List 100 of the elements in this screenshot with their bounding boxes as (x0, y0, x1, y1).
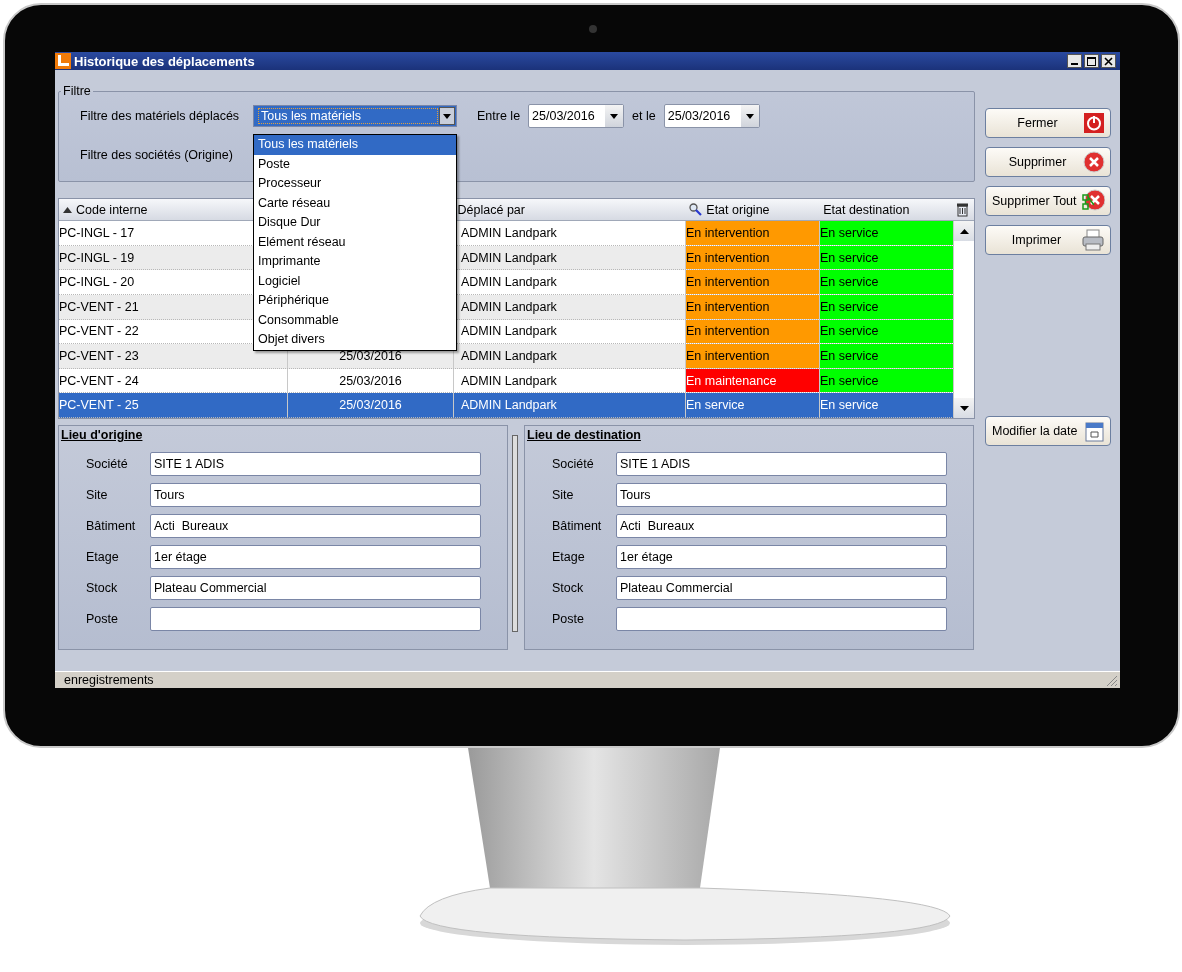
delete-all-button[interactable]: Supprimer Tout (985, 186, 1111, 216)
input-field[interactable] (616, 607, 947, 631)
resize-grip-icon[interactable] (1106, 675, 1118, 687)
field-label: Bâtiment (86, 519, 137, 533)
field-label: Société (86, 457, 129, 471)
field-label: Stock (552, 581, 585, 595)
table-cell: PC-INGL - 19 (59, 250, 135, 265)
input-field[interactable]: Acti Bureaux (616, 514, 947, 538)
input-field[interactable]: Tours (616, 483, 947, 507)
table-cell: 25/03/2016 (339, 349, 402, 363)
column-header[interactable]: Etat destination (819, 199, 954, 221)
status-cell: En service (820, 245, 954, 270)
input-field[interactable]: 1er étage (616, 545, 947, 569)
sort-ascending-icon (63, 206, 72, 213)
printer-icon (1081, 229, 1105, 251)
status-cell: En intervention (686, 221, 820, 245)
table-cell: PC-VENT - 23 (59, 349, 139, 363)
table-cell: PC-VENT - 21 (59, 299, 139, 314)
table-cell: ADMIN Landpark (461, 324, 557, 339)
status-cell: En intervention (686, 319, 820, 344)
table-cell: ADMIN Landpark (461, 250, 557, 265)
table-cell: ADMIN Landpark (461, 349, 557, 363)
panel-title: Lieu d'origine (61, 428, 143, 442)
field-label: Poste (86, 612, 119, 626)
panel-title: Lieu de destination (527, 428, 641, 442)
table-cell: ADMIN Landpark (461, 373, 557, 388)
status-cell: En service (820, 368, 954, 393)
delete-button[interactable]: Supprimer (985, 147, 1111, 177)
field-label: Stock (86, 581, 119, 595)
change-date-button[interactable]: Modifier la date (985, 416, 1111, 446)
field-label: Site (552, 488, 575, 502)
delete-icon (1083, 151, 1105, 173)
power-button[interactable]: Fermer (985, 108, 1111, 138)
input-field[interactable] (150, 607, 481, 631)
input-field[interactable]: Plateau Commercial (150, 576, 481, 600)
status-cell: En service (686, 393, 820, 417)
table-cell: ADMIN Landpark (461, 299, 557, 314)
search-icon (689, 203, 703, 217)
status-cell: En service (820, 344, 954, 368)
field-label: Bâtiment (552, 519, 603, 533)
input-field[interactable]: Plateau Commercial (616, 576, 947, 600)
field-label: Etage (552, 550, 586, 564)
field-label: Etage (86, 550, 120, 564)
scrollbar[interactable] (954, 221, 974, 418)
dropdown-option[interactable]: Imprimante (254, 252, 456, 272)
material-dropdown[interactable]: Tous les matériels (253, 105, 457, 127)
status-cell: En intervention (686, 270, 820, 295)
column-chooser-icon[interactable] (957, 202, 969, 217)
dropdown-arrow-icon (443, 113, 451, 119)
input-field[interactable]: SITE 1 ADIS (616, 452, 947, 476)
scroll-up-icon[interactable] (959, 228, 969, 234)
field-label: Société (552, 457, 595, 471)
field-label: Entre le (477, 109, 521, 123)
app-logo-icon (55, 53, 71, 69)
date-field[interactable]: 25/03/2016 (663, 104, 760, 128)
dropdown-arrow-icon (745, 113, 754, 119)
status-cell: En service (820, 319, 954, 344)
field-label: Site (86, 488, 109, 502)
camera-icon (589, 25, 597, 33)
input-field[interactable]: 1er étage (150, 545, 481, 569)
table-cell: 25/03/2016 (339, 398, 402, 413)
column-header[interactable]: Etat origine (685, 199, 820, 221)
status-cell: En intervention (686, 245, 820, 270)
status-cell: En service (820, 295, 954, 319)
date-field[interactable]: 25/03/2016 (528, 104, 625, 128)
table-cell: ADMIN Landpark (461, 226, 557, 241)
table-cell: ADMIN Landpark (461, 398, 557, 413)
table-cell: PC-INGL - 20 (59, 275, 135, 290)
status-cell: En intervention (686, 295, 820, 319)
group-title: Filtre (62, 84, 92, 98)
input-field[interactable]: Tours (150, 483, 481, 507)
status-cell: En service (820, 221, 954, 245)
field-label: et le (632, 109, 656, 123)
print-button[interactable]: Imprimer (985, 225, 1111, 255)
table-row[interactable]: PC-VENT - 25 25/03/2016 ADMIN Landpark En service En service (59, 393, 954, 418)
table-cell: 25/03/2016 (339, 373, 402, 388)
table-cell: PC-VENT - 24 (59, 373, 139, 388)
table-cell: ADMIN Landpark (461, 275, 557, 290)
scroll-down-icon[interactable] (959, 405, 969, 411)
dropdown-option[interactable]: Tous les matériels (254, 135, 456, 155)
dropdown-option[interactable]: Carte réseau (254, 193, 456, 213)
dropdown-option[interactable]: Processeur (254, 174, 456, 194)
splitter-handle[interactable] (512, 435, 518, 632)
record-count: enregistrements (63, 673, 154, 687)
dropdown-option[interactable]: Poste (254, 154, 456, 174)
column-header[interactable]: Déplacé par (453, 199, 686, 221)
calendar-icon (1085, 420, 1105, 442)
input-field[interactable]: Acti Bureaux (150, 514, 481, 538)
input-field[interactable]: SITE 1 ADIS (150, 452, 481, 476)
power-icon (1083, 112, 1105, 134)
field-label: Filtre des matériels déplacés (80, 109, 241, 123)
field-label: Filtre des sociétés (Origine) (80, 148, 234, 162)
field-label: Poste (552, 612, 585, 626)
dropdown-option[interactable]: Logiciel (254, 271, 456, 291)
table-cell: PC-VENT - 22 (59, 324, 139, 339)
status-cell: En service (820, 270, 954, 295)
dropdown-arrow-icon (610, 113, 619, 119)
status-cell: En maintenance (686, 368, 820, 393)
status-cell: En intervention (686, 344, 820, 368)
table-cell: PC-INGL - 17 (59, 226, 135, 241)
